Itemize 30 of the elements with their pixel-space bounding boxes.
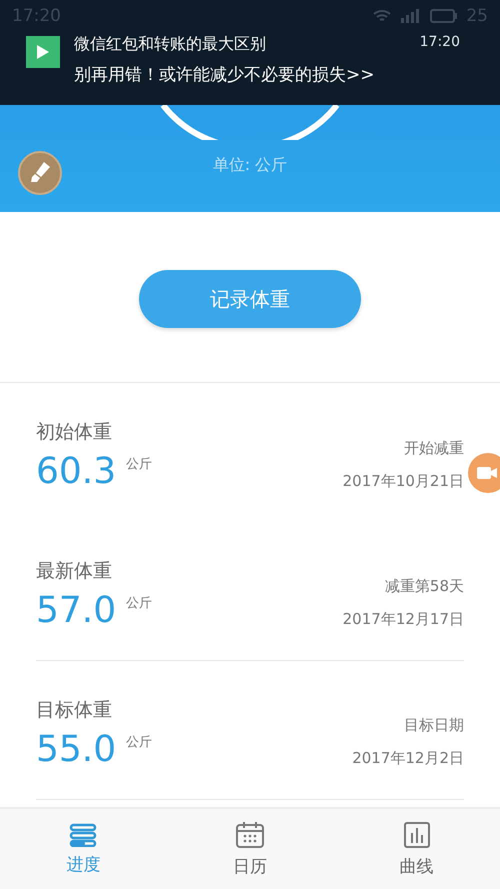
weight-unit: 公斤	[126, 734, 152, 750]
unit-label: 单位: 公斤	[212, 154, 288, 176]
notification-time: 17:20	[420, 34, 461, 52]
weight-unit: 公斤	[126, 456, 152, 473]
weight-note: 开始减重	[404, 438, 464, 458]
nav-tab[interactable]: 曲线	[333, 809, 500, 889]
video-camera-button[interactable]	[468, 453, 500, 493]
weight-unit: 公斤	[126, 594, 152, 612]
brush-icon[interactable]	[18, 151, 62, 195]
notification-message[interactable]: 别再用错！或许能减少不必要的损失>>	[74, 63, 406, 86]
list-icon	[69, 822, 98, 846]
weight-value: 60.3	[36, 451, 116, 492]
weight-value: 57.0	[36, 590, 116, 630]
weight-note: 减重第58天	[384, 577, 464, 596]
play-icon	[26, 36, 60, 68]
weight-label: 最新体重	[36, 558, 113, 584]
weight-label: 目标体重	[36, 698, 113, 722]
nav-tab[interactable]: 进度	[0, 809, 167, 889]
calendar-icon	[234, 820, 265, 848]
weight-label: 初始体重	[36, 420, 113, 445]
weight-date: 2017年12月17日	[342, 610, 464, 629]
nav-tab[interactable]: 日历	[166, 809, 334, 889]
weight-note: 目标日期	[404, 716, 464, 735]
weight-date: 2017年10月21日	[342, 472, 464, 490]
bar-chart-icon	[402, 820, 431, 848]
weight-value: 55.0	[36, 728, 116, 770]
notification-title[interactable]: 微信红包和转账的最大区别	[74, 34, 406, 55]
video-camera-icon	[476, 465, 498, 481]
weight-date: 2017年12月2日	[352, 749, 464, 768]
battery-icon	[430, 8, 458, 24]
